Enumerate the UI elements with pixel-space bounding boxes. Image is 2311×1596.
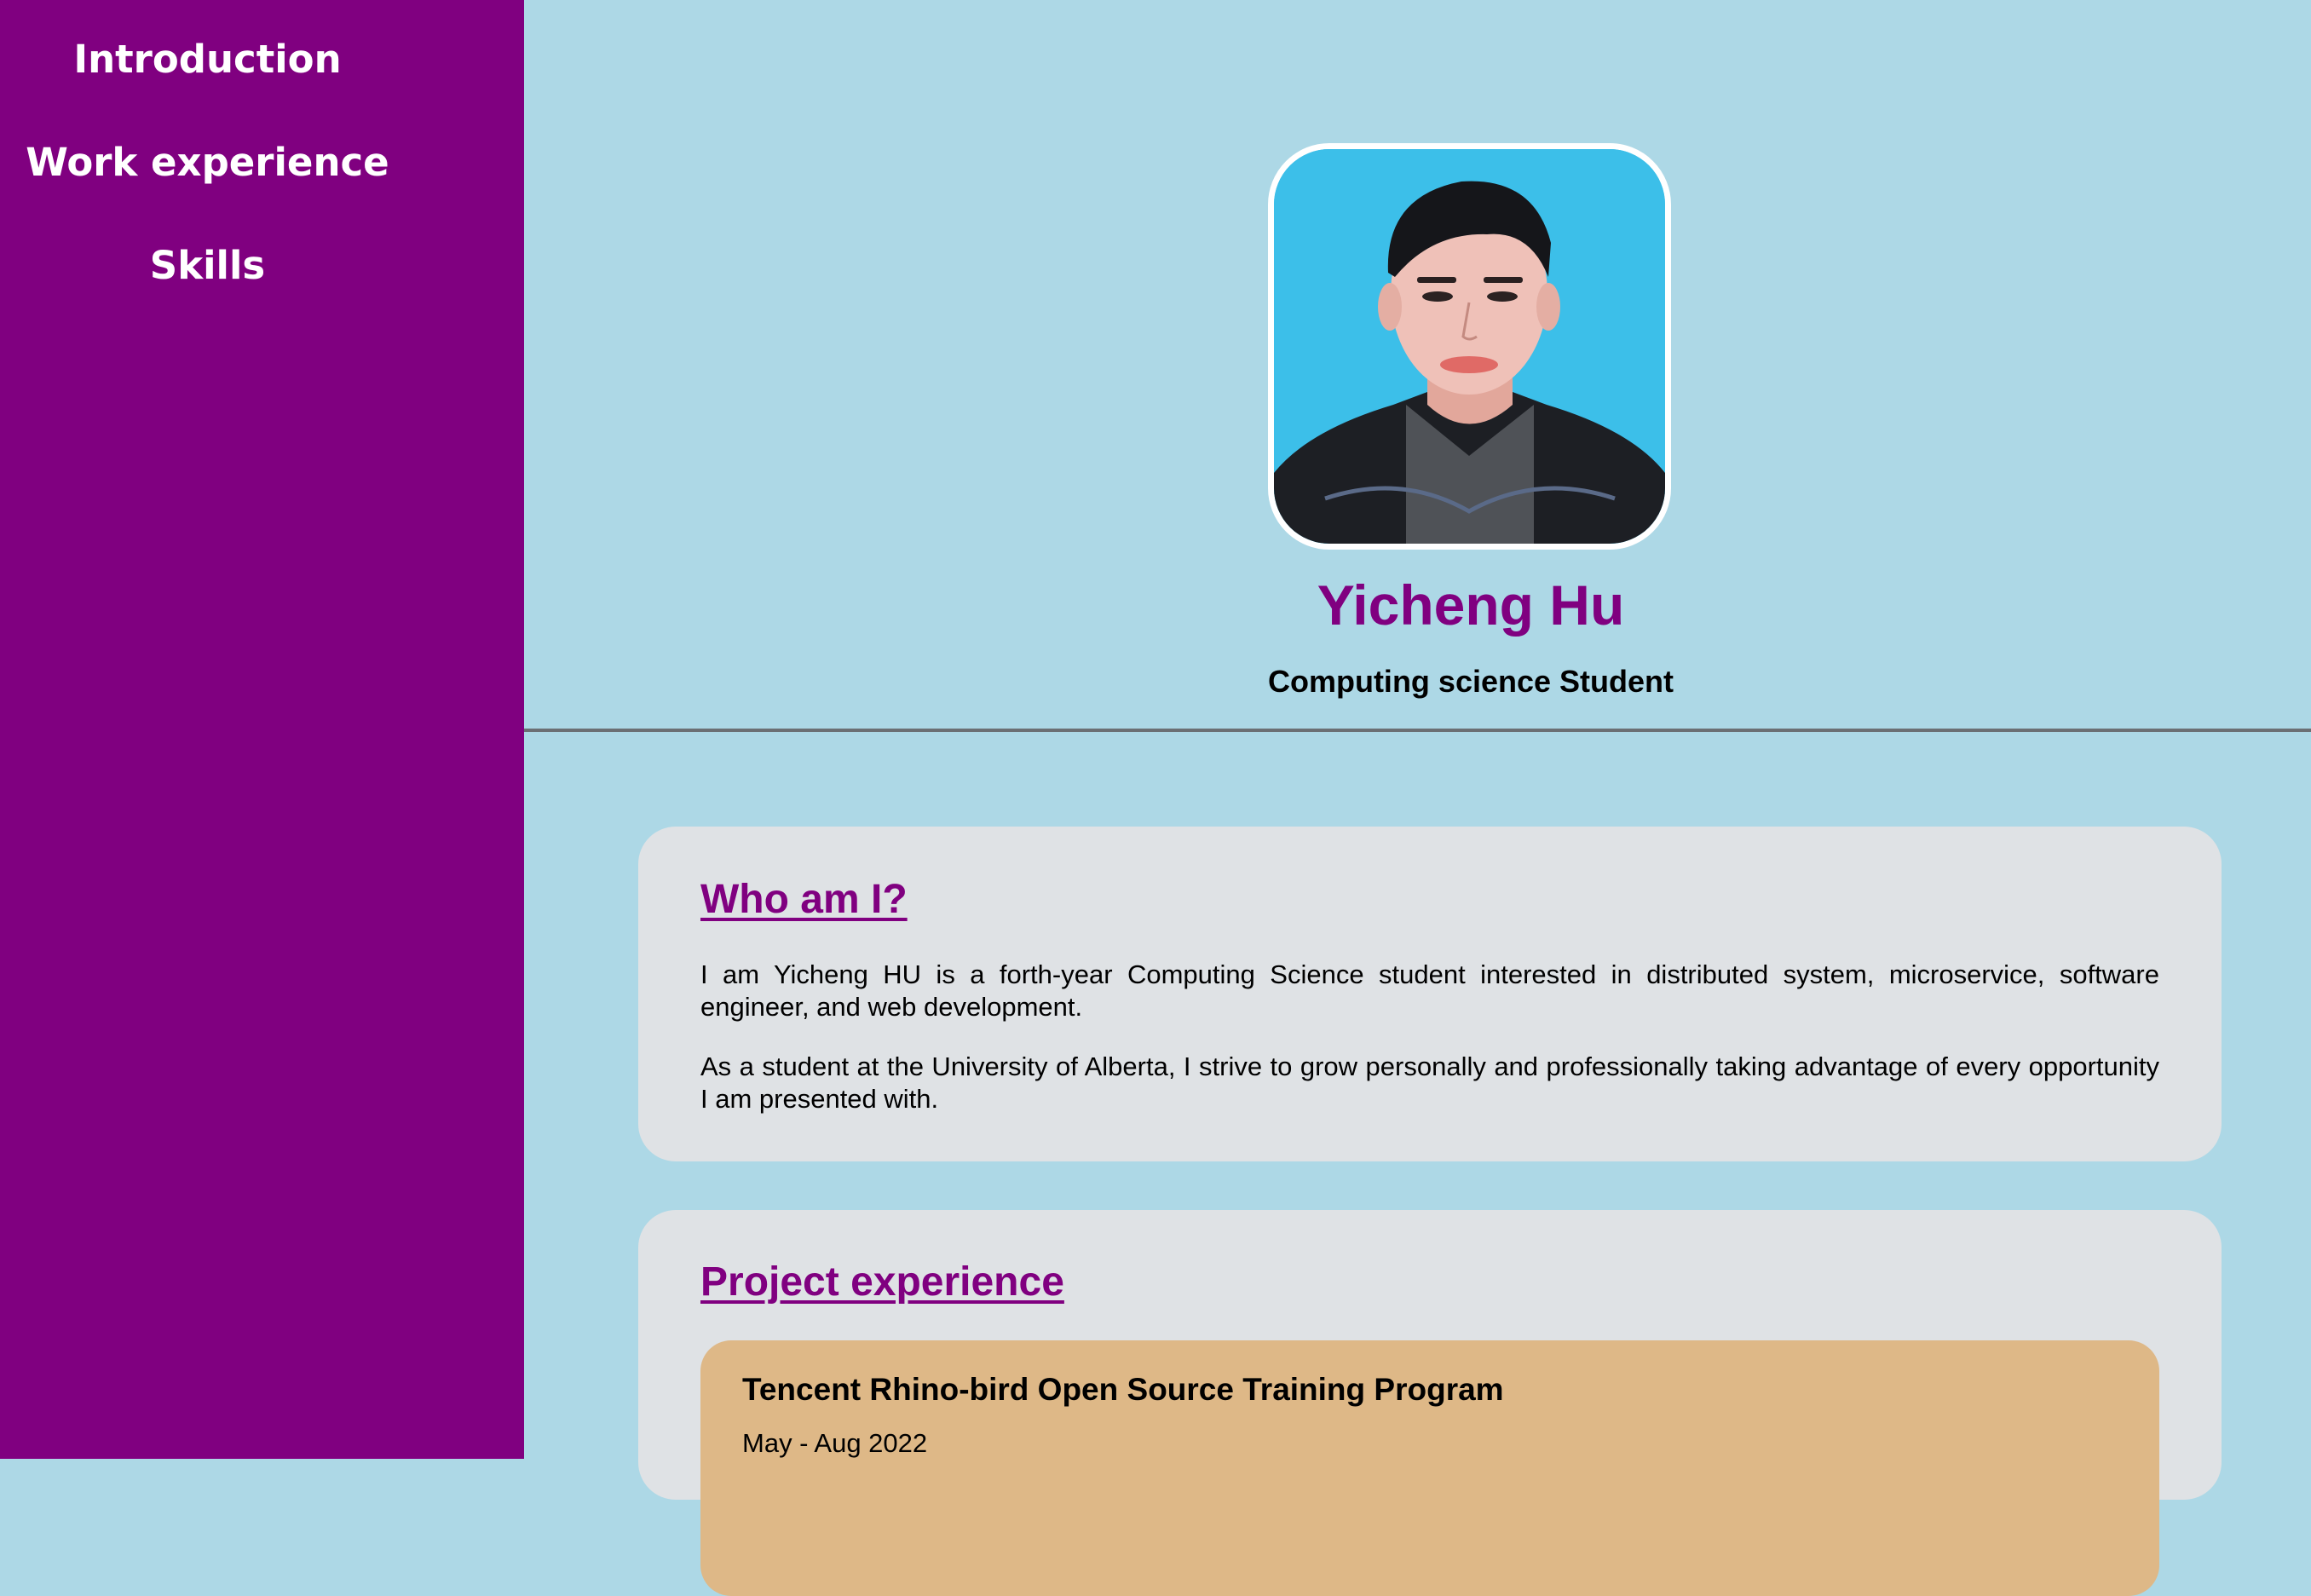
nav-link-skills[interactable]: Skills — [0, 240, 415, 291]
main-content: Yicheng Hu Computing science Student Who… — [524, 0, 2311, 1596]
header-divider — [524, 729, 2311, 732]
profile-photo — [1268, 143, 1671, 550]
about-card: Who am I? I am Yicheng HU is a forth-yea… — [638, 827, 2222, 1161]
projects-card: Project experience Tencent Rhino-bird Op… — [638, 1210, 2222, 1596]
project-title: Tencent Rhino-bird Open Source Training … — [742, 1372, 1504, 1407]
about-paragraph: As a student at the University of Albert… — [700, 1052, 2159, 1114]
sidebar-nav: Introduction Work experience Skills — [0, 0, 524, 1459]
nav-link-introduction[interactable]: Introduction — [0, 34, 415, 85]
about-paragraph: I am Yicheng HU is a forth-year Computin… — [700, 959, 2159, 1022]
profile-photo-illustration — [1274, 149, 1665, 544]
profile-role: Computing science Student — [1267, 664, 1674, 699]
projects-title: Project experience — [700, 1259, 1064, 1305]
project-item: Tencent Rhino-bird Open Source Training … — [700, 1340, 2159, 1596]
about-title: Who am I? — [700, 877, 908, 922]
nav-link-work-experience[interactable]: Work experience — [0, 137, 415, 188]
project-date: May - Aug 2022 — [742, 1428, 928, 1458]
profile-name: Yicheng Hu — [1317, 573, 1625, 637]
